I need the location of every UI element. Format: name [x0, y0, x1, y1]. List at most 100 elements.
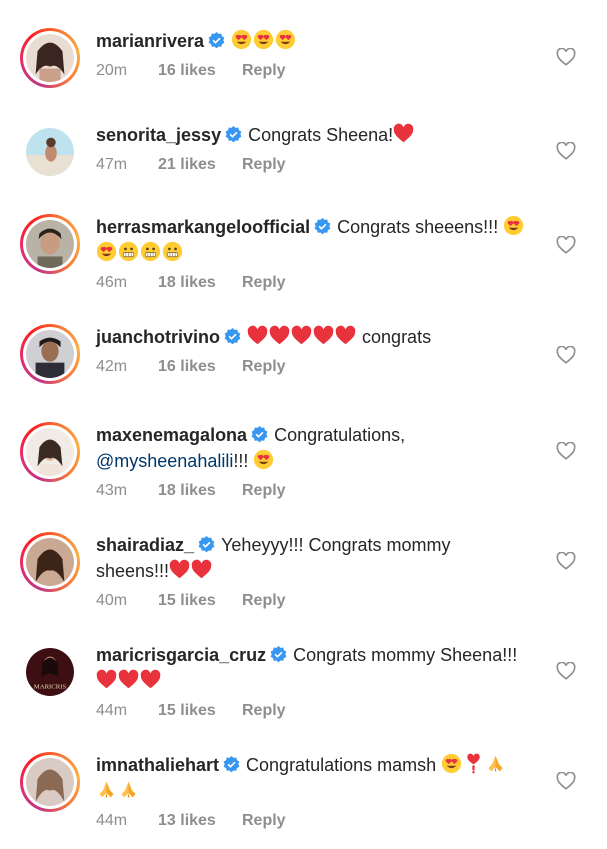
likes-count[interactable]: 18 likes: [158, 274, 242, 292]
verified-badge-icon: [314, 218, 331, 235]
emoji-group: [253, 449, 275, 471]
avatar-image: [26, 34, 74, 82]
comment-body: juanchotrivino congrats 42m 16 likes Reply: [96, 324, 547, 376]
red-heart-emoji-icon: [335, 325, 356, 345]
comment-text: Congratulations mamsh: [246, 755, 437, 775]
timestamp: 46m: [96, 274, 128, 291]
avatar-image: [26, 538, 74, 586]
username[interactable]: shairadiaz_: [96, 535, 194, 555]
mention-link[interactable]: @mysheenahalili: [96, 451, 233, 471]
likes-count[interactable]: 15 likes: [158, 702, 242, 720]
timestamp: 44m: [96, 812, 128, 829]
username[interactable]: juanchotrivino: [96, 327, 220, 347]
comment-meta: 47m 21 likes Reply: [96, 156, 547, 174]
comment-text-suffix: !!!: [233, 451, 249, 471]
username[interactable]: senorita_jessy: [96, 125, 221, 145]
comment-meta: 44m 13 likes Reply: [96, 812, 547, 830]
verified-badge-icon: [208, 32, 225, 49]
grimace-emoji-icon: [118, 241, 139, 262]
folded-hands-emoji-icon: [121, 781, 136, 798]
emoji-group: [247, 325, 357, 347]
red-heart-emoji-icon: [269, 325, 290, 345]
reply-button[interactable]: Reply: [242, 156, 286, 174]
avatar[interactable]: MARICRIS: [20, 642, 80, 702]
reply-button[interactable]: Reply: [242, 482, 286, 500]
reply-button[interactable]: Reply: [242, 274, 286, 292]
avatar-logo-text: MARICRIS: [34, 683, 67, 690]
comment-meta: 20m 16 likes Reply: [96, 62, 547, 80]
avatar[interactable]: [20, 324, 80, 384]
like-heart-icon[interactable]: [556, 552, 576, 570]
likes-count[interactable]: 16 likes: [158, 62, 242, 80]
comment-text: Congrats sheeens!!!: [337, 217, 499, 237]
username[interactable]: maricrisgarcia_cruz: [96, 645, 266, 665]
emoji-group: [441, 753, 507, 775]
avatar[interactable]: [20, 214, 80, 274]
username[interactable]: marianrivera: [96, 31, 204, 51]
avatar-image: [26, 758, 74, 806]
like-heart-icon[interactable]: [556, 48, 576, 66]
likes-count[interactable]: 15 likes: [158, 592, 242, 610]
like-heart-icon[interactable]: [556, 142, 576, 160]
reply-button[interactable]: Reply: [242, 812, 286, 830]
like-heart-icon[interactable]: [556, 346, 576, 364]
avatar-image: [26, 128, 74, 176]
username[interactable]: imnathaliehart: [96, 755, 219, 775]
grimace-emoji-icon: [140, 241, 161, 262]
comment-meta: 42m 16 likes Reply: [96, 358, 547, 376]
timestamp: 47m: [96, 156, 128, 173]
avatar-image: MARICRIS: [26, 648, 74, 696]
like-heart-icon[interactable]: [556, 442, 576, 460]
heart-eyes-emoji-icon: [253, 29, 274, 50]
verified-badge-icon: [225, 126, 242, 143]
reply-button[interactable]: Reply: [242, 592, 286, 610]
red-heart-emoji-icon: [191, 559, 212, 579]
comment-body: maricrisgarcia_cruz Congrats mommy Sheena…: [96, 642, 547, 720]
comment-meta: 43m 18 likes Reply: [96, 482, 547, 500]
likes-count[interactable]: 21 likes: [158, 156, 242, 174]
avatar[interactable]: [20, 28, 80, 88]
emoji-group: [96, 241, 184, 263]
comment-body: maxenemagalona Congratulations, @mysheena…: [96, 422, 547, 500]
reply-button[interactable]: Reply: [242, 62, 286, 80]
red-heart-emoji-icon: [291, 325, 312, 345]
red-heart-emoji-icon: [118, 669, 139, 689]
avatar[interactable]: [20, 422, 80, 482]
avatar-image: [26, 330, 74, 378]
verified-badge-icon: [251, 426, 268, 443]
username[interactable]: herrasmarkangeloofficial: [96, 217, 310, 237]
likes-count[interactable]: 16 likes: [158, 358, 242, 376]
comment-body: herrasmarkangeloofficial Congrats sheeens…: [96, 214, 547, 292]
exclamation-heart-emoji-icon: [467, 753, 480, 774]
like-heart-icon[interactable]: [556, 662, 576, 680]
emoji-group: [393, 123, 415, 145]
red-heart-emoji-icon: [313, 325, 334, 345]
verified-badge-icon: [224, 328, 241, 345]
like-heart-icon[interactable]: [556, 236, 576, 254]
timestamp: 40m: [96, 592, 128, 609]
comment-text: Congratulations,: [274, 425, 406, 445]
comment-body: marianrivera 20m 16 likes Reply: [96, 28, 547, 80]
username[interactable]: maxenemagalona: [96, 425, 247, 445]
likes-count[interactable]: 18 likes: [158, 482, 242, 500]
folded-hands-emoji-icon: [488, 755, 503, 772]
reply-button[interactable]: Reply: [242, 702, 286, 720]
heart-eyes-emoji-icon: [442, 753, 462, 774]
red-heart-emoji-icon: [247, 325, 268, 345]
like-heart-icon[interactable]: [556, 772, 576, 790]
verified-badge-icon: [223, 756, 240, 773]
emoji-group: [503, 215, 525, 237]
red-heart-emoji-icon: [96, 669, 117, 689]
reply-button[interactable]: Reply: [242, 358, 286, 376]
avatar[interactable]: [20, 752, 80, 812]
avatar[interactable]: [20, 532, 80, 592]
red-heart-emoji-icon: [140, 669, 161, 689]
likes-count[interactable]: 13 likes: [158, 812, 242, 830]
comment-meta: 46m 18 likes Reply: [96, 274, 547, 292]
comment-text: Congrats Sheena!: [248, 125, 394, 145]
avatar[interactable]: [20, 122, 80, 182]
timestamp: 44m: [96, 702, 128, 719]
comment-body: senorita_jessy Congrats Sheena! 47m 21 lik…: [96, 122, 547, 174]
timestamp: 42m: [96, 358, 128, 375]
avatar-image: [26, 220, 74, 268]
